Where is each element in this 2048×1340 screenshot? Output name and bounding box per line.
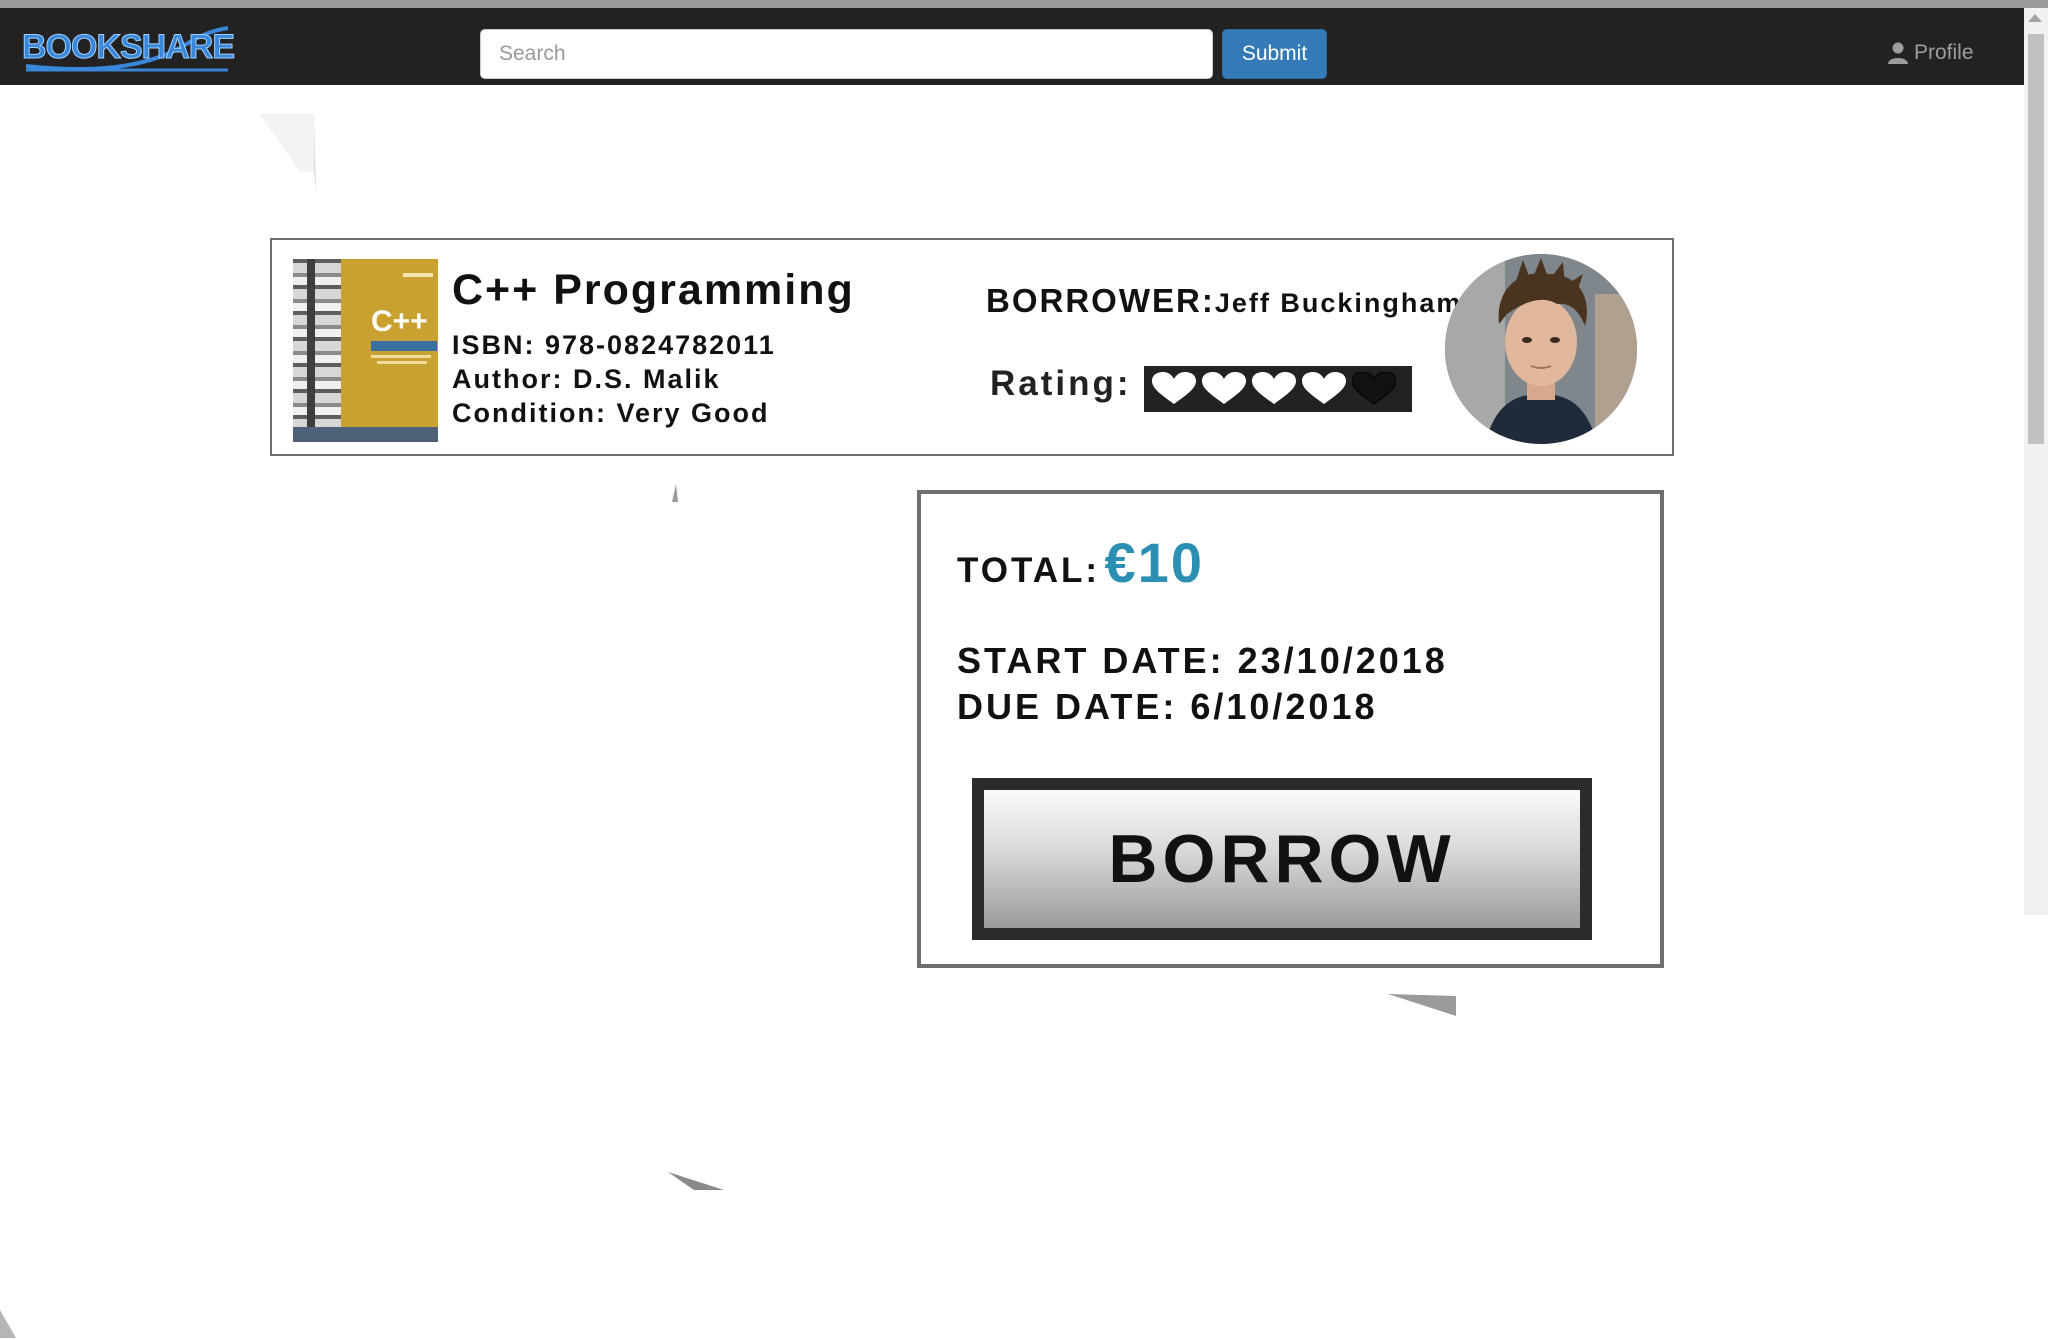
avatar-portrait-icon [1445, 254, 1637, 444]
rating-hearts [1144, 366, 1412, 412]
total-label: TOTAL: [957, 551, 1101, 590]
book-title: C++ Programming [452, 266, 855, 314]
cover-stair-graphic [293, 259, 341, 442]
scrollbar-thumb[interactable] [2028, 34, 2044, 444]
submit-button[interactable]: Submit [1222, 29, 1327, 79]
cover-stair-rail [307, 259, 315, 442]
borrower-label: BORROWER: [986, 282, 1215, 319]
window-top-strip [0, 0, 2048, 8]
scroll-up-arrow-icon[interactable] [2028, 14, 2042, 22]
borrow-summary-card: TOTAL: €10 START DATE: 23/10/2018 DUE DA… [917, 490, 1664, 968]
cover-edition-mark [403, 273, 433, 277]
book-cover[interactable]: C++ [293, 259, 438, 442]
logo-text: BOOKSHARE [21, 28, 235, 67]
user-icon [1888, 42, 1908, 64]
borrow-button[interactable]: BORROW [972, 778, 1592, 940]
bookshare-logo[interactable]: BOOKSHARE [21, 22, 236, 74]
book-author: Author: D.S. Malik [452, 364, 721, 394]
navbar: BOOKSHARE Submit Profile [0, 8, 2024, 85]
scrollbar-track-end [2024, 915, 2048, 1340]
total-row: TOTAL: €10 [957, 530, 1204, 595]
book-isbn: ISBN: 978-0824782011 [452, 330, 776, 360]
decorative-artifact [0, 1310, 16, 1338]
heart-icon [1252, 372, 1296, 404]
heart-icon [1202, 372, 1246, 404]
borrower-info: BORROWER:Jeff Buckingham [986, 282, 1462, 320]
decorative-artifact [672, 484, 678, 502]
search-input[interactable] [480, 29, 1213, 79]
borrower-name: Jeff Buckingham [1214, 288, 1463, 318]
cover-subtitle-line [377, 361, 427, 364]
rating-label: Rating: [990, 364, 1132, 403]
decorative-artifact [668, 1172, 724, 1190]
book-condition: Condition: Very Good [452, 398, 770, 428]
cover-subtitle-band [371, 341, 437, 351]
start-date: START DATE: 23/10/2018 [957, 640, 1448, 681]
cover-bottom-band [293, 427, 438, 442]
profile-link[interactable]: Profile [1888, 38, 1974, 68]
profile-label: Profile [1914, 41, 1974, 64]
cover-subtitle-line [371, 355, 431, 358]
decorative-artifact [1388, 994, 1456, 1016]
due-date: DUE DATE: 6/10/2018 [957, 686, 1378, 727]
heart-icon [1302, 372, 1346, 404]
heart-icon [1352, 372, 1396, 405]
heart-icon [1152, 372, 1196, 404]
decorative-artifact [260, 114, 316, 192]
book-card: C++ C++ Programming ISBN: 978-0824782011… [270, 238, 1674, 456]
cover-title: C++ [371, 305, 428, 338]
borrower-avatar[interactable] [1445, 254, 1637, 444]
total-value: €10 [1104, 531, 1204, 594]
